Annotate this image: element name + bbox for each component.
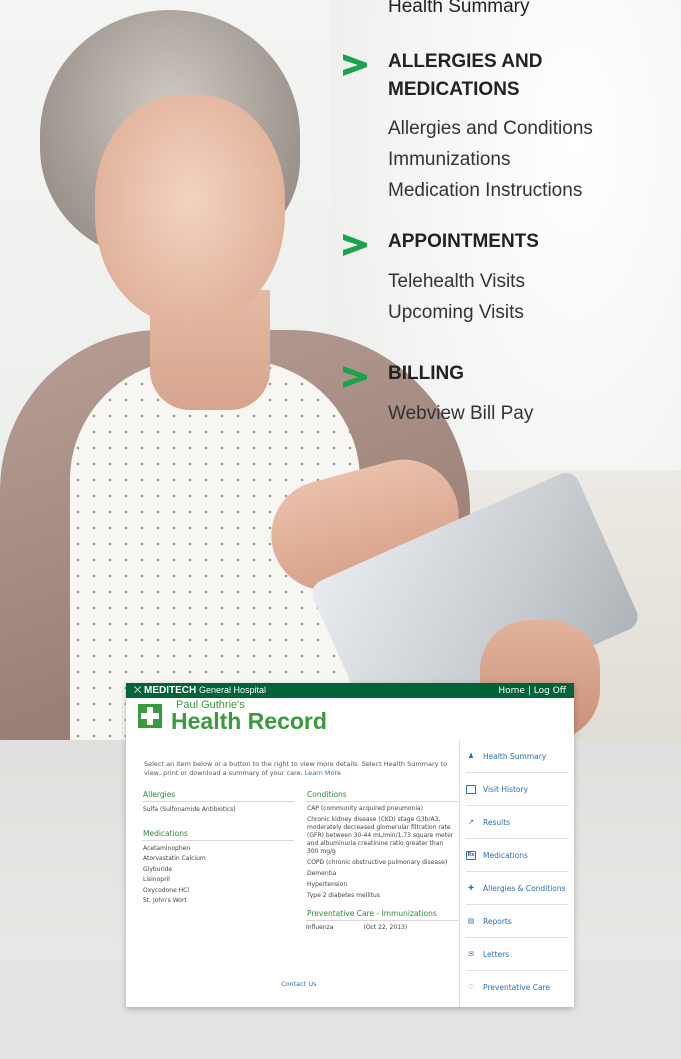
nav-health-summary[interactable]: ♟ Health Summary (466, 740, 569, 773)
page-title: Health Record (171, 708, 327, 734)
medical-cross-icon (138, 704, 162, 728)
portal-nav: ♟ Health Summary Visit History ↗ Results R… (459, 740, 574, 1007)
nav-visit-history[interactable]: Visit History (466, 773, 569, 806)
section-title: ALLERGIES AND MEDICATIONS (388, 51, 543, 100)
portal-top-bar: ⨉ MEDITECH General Hospital Home | Log O… (126, 683, 574, 698)
chevron-right-icon (343, 234, 367, 256)
section-items: Allergies and Conditions Immunizations M… (388, 113, 593, 206)
portal-links: Home | Log Off (498, 686, 566, 696)
menu-item-allergies-conditions[interactable]: Allergies and Conditions (388, 113, 593, 144)
nav-medications[interactable]: Rx Medications (466, 839, 569, 872)
health-record-window: ⨉ MEDITECH General Hospital Home | Log O… (126, 683, 574, 1007)
link-separator: | (527, 685, 531, 696)
brand-logo: ⨉ MEDITECH General Hospital (134, 685, 267, 696)
logoff-link[interactable]: Log Off (534, 686, 566, 696)
list-item[interactable]: Lisinopril (142, 875, 294, 886)
rx-icon: Rx (466, 850, 476, 860)
meditech-logo-icon: ⨉ (134, 685, 142, 695)
face (95, 95, 285, 325)
nav-letters[interactable]: ✉ Letters (466, 938, 569, 971)
intro-text: Select an item below or a button to the … (144, 760, 448, 777)
menu-item-medication-instructions[interactable]: Medication Instructions (388, 175, 593, 206)
list-item[interactable]: Acetaminophen (142, 844, 294, 855)
summary-panel: Select an item below or a button to the … (126, 740, 458, 1007)
plus-icon: ✚ (468, 884, 474, 892)
immunizations-heading: Preventative Care - Immunizations (306, 908, 458, 921)
allergies-column: Allergies Sulfa (Sulfonamide Antibiotics… (142, 789, 294, 907)
list-item[interactable]: Hypertension (306, 881, 456, 889)
nav-reports[interactable]: ▤ Reports (466, 905, 569, 938)
medications-heading: Medications (142, 828, 294, 841)
immunization-date: (Oct 22, 2013) (363, 924, 408, 931)
home-link[interactable]: Home (498, 686, 525, 696)
list-item[interactable]: Glyburide (142, 865, 294, 876)
person-icon: ♟ (467, 752, 475, 760)
list-item[interactable]: Atorvastatin Calcium (142, 854, 294, 865)
menu-item-immunizations[interactable]: Immunizations (388, 144, 593, 175)
immunization-row[interactable]: Influenza (Oct 22, 2013) (306, 924, 456, 931)
envelope-icon: ✉ (468, 950, 474, 958)
heart-icon: ♡ (467, 983, 475, 991)
list-item[interactable]: Type 2 diabetes mellitus (306, 892, 456, 900)
list-item[interactable]: St. John's Wort (142, 896, 294, 907)
list-item[interactable]: Sulfa (Sulfonamide Antibiotics) (142, 805, 294, 816)
menu-item-upcoming-visits[interactable]: Upcoming Visits (388, 297, 525, 328)
conditions-column: Conditions CAP (community acquired pneum… (306, 789, 458, 931)
document-icon: ▤ (467, 917, 475, 925)
calendar-icon (466, 784, 476, 794)
list-item[interactable]: COPD (chronic obstructive pulmonary dise… (306, 859, 456, 867)
nav-results[interactable]: ↗ Results (466, 806, 569, 839)
menu-item-webview-bill-pay[interactable]: Webview Bill Pay (388, 398, 533, 429)
chart-icon: ↗ (468, 818, 474, 826)
immunization-name: Influenza (306, 924, 334, 931)
chevron-right-icon (343, 54, 367, 76)
conditions-heading: Conditions (306, 789, 458, 802)
menu-item-telehealth-visits[interactable]: Telehealth Visits (388, 266, 525, 297)
chevron-right-icon (343, 366, 367, 388)
section-title: BILLING (388, 363, 464, 384)
portal-header: Paul Guthrie's Health Record (126, 698, 574, 740)
list-item[interactable]: CAP (community acquired pneumonia) (306, 805, 456, 813)
section-title: APPOINTMENTS (388, 231, 539, 252)
nav-allergies-conditions[interactable]: ✚ Allergies & Conditions (466, 872, 569, 905)
list-item[interactable]: Oxycodone HCl (142, 886, 294, 897)
section-items: Webview Bill Pay (388, 398, 533, 429)
allergies-heading: Allergies (142, 789, 294, 802)
contact-link[interactable]: Contact Us (281, 980, 317, 988)
section-items: Telehealth Visits Upcoming Visits (388, 266, 525, 328)
list-item[interactable]: Chronic kidney disease (CKD) stage G3b/A… (306, 816, 456, 856)
list-item[interactable]: Dementia (306, 870, 456, 878)
learn-more-link[interactable]: Learn More (305, 769, 341, 777)
nav-preventative-care[interactable]: ♡ Preventative Care (466, 971, 569, 1003)
menu-item-health-summary[interactable]: Health Summary (388, 0, 530, 18)
